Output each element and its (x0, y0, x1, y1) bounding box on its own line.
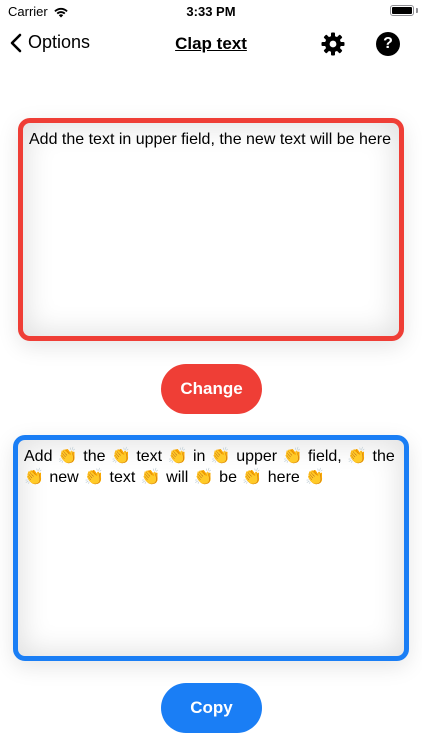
status-time: 3:33 PM (186, 4, 236, 19)
help-glyph: ? (383, 35, 393, 52)
copy-button[interactable]: Copy (161, 683, 262, 733)
battery-fill (392, 7, 412, 14)
change-button[interactable]: Change (161, 364, 262, 414)
question-mark-circle-icon[interactable]: ? (376, 32, 400, 56)
screen: Carrier 3:33 PM Options Clap text ? Add … (0, 0, 422, 750)
nav-bar: Options Clap text ? (0, 22, 422, 66)
page-title: Clap text (175, 34, 247, 53)
copy-button-label: Copy (190, 698, 233, 717)
gear-icon[interactable] (321, 32, 345, 56)
output-text-field[interactable]: Add 👏 the 👏 text 👏 in 👏 upper 👏 field, 👏… (13, 435, 409, 661)
status-bar: Carrier 3:33 PM (0, 0, 422, 22)
battery-icon (390, 5, 414, 16)
input-text-field[interactable]: Add the text in upper field, the new tex… (18, 118, 404, 341)
input-text: Add the text in upper field, the new tex… (29, 131, 391, 148)
back-button[interactable]: Options (10, 32, 90, 53)
back-label: Options (28, 32, 91, 52)
battery-nub (416, 8, 418, 13)
output-text: Add 👏 the 👏 text 👏 in 👏 upper 👏 field, 👏… (24, 448, 395, 486)
change-button-label: Change (180, 379, 243, 398)
chevron-left-icon (10, 33, 22, 53)
